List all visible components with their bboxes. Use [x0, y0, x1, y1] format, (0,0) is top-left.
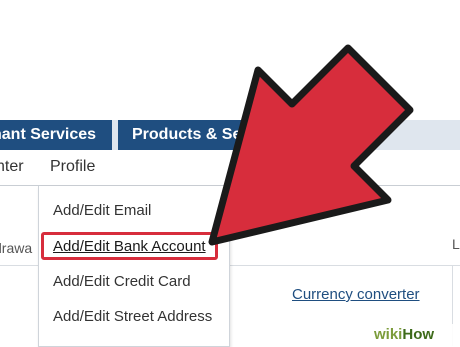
background-text-fragment: drawa [0, 240, 33, 256]
background-text-fragment-right: L [452, 236, 460, 252]
profile-dropdown-menu: Add/Edit Email Add/Edit Bank Account Add… [38, 186, 230, 347]
wikihow-logo: wikiHow [374, 326, 435, 343]
menu-item-add-edit-credit-card[interactable]: Add/Edit Credit Card [53, 273, 191, 290]
menu-item-add-edit-email[interactable]: Add/Edit Email [53, 202, 151, 219]
tab-products-services[interactable]: Products & Ser [118, 120, 318, 150]
highlight-box [41, 232, 218, 260]
tab-merchant-services[interactable]: nant Services [0, 120, 112, 150]
currency-converter-link[interactable]: Currency converter [292, 286, 420, 303]
subnav-item-center[interactable]: nter [0, 158, 24, 176]
menu-item-add-edit-street-address[interactable]: Add/Edit Street Address [53, 308, 212, 325]
subnav-item-profile[interactable]: Profile [50, 158, 95, 176]
